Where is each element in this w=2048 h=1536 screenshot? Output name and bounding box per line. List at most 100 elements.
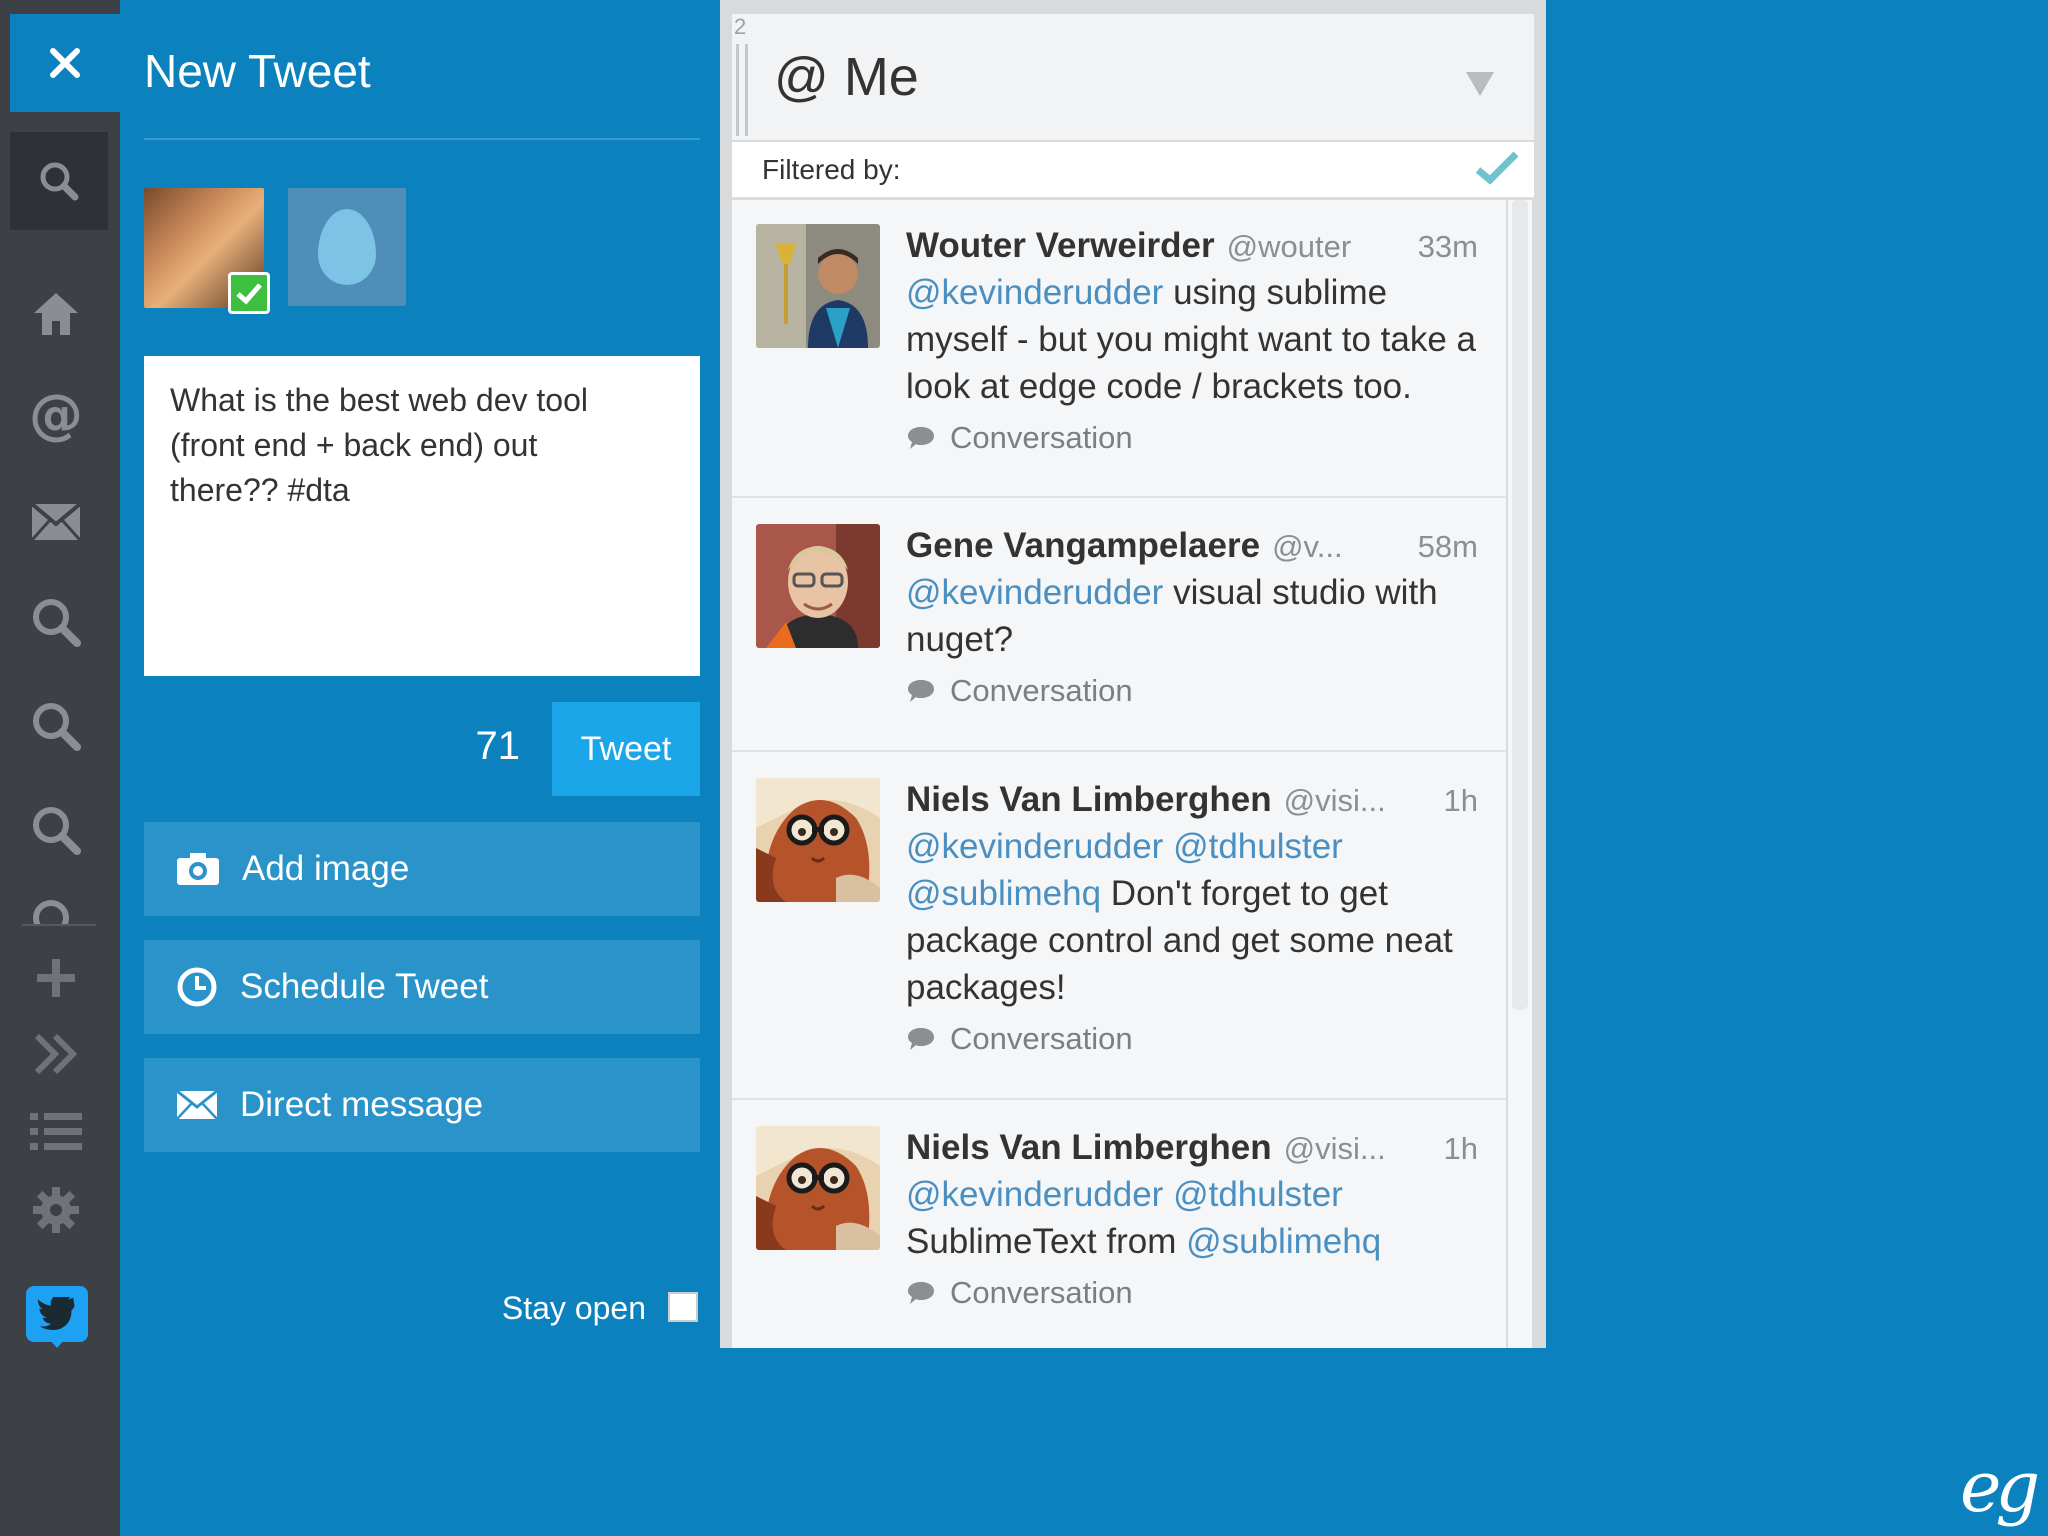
feed-scrollbar-thumb[interactable]: [1512, 200, 1528, 1010]
direct-message-label: Direct message: [240, 1085, 484, 1124]
tweet-item[interactable]: Wouter Verweirder @wouter 33m @kevinderu…: [732, 200, 1506, 498]
home-icon: [34, 293, 78, 335]
gear-icon: [33, 1187, 79, 1233]
tweet-timestamp[interactable]: 58m: [1418, 525, 1478, 569]
tweet-mention-link[interactable]: @kevinderudder @tdhulster: [906, 827, 1343, 866]
column-drag-handle[interactable]: [736, 44, 748, 136]
search-icon: [33, 807, 81, 855]
tweet-text: @kevinderudder @tdhulster @sublimehq Don'…: [906, 823, 1478, 1011]
filter-checkmark-icon[interactable]: [1474, 150, 1520, 189]
conversation-label: Conversation: [950, 1021, 1133, 1056]
column-title: @ Me: [774, 47, 919, 107]
conversation-link[interactable]: Conversation: [906, 1275, 1478, 1311]
tweet-author-handle[interactable]: @visi...: [1284, 779, 1434, 823]
speech-bubble-icon: [908, 1028, 934, 1050]
tweet-timestamp[interactable]: 1h: [1444, 1127, 1478, 1171]
tweet-mention-link[interactable]: @sublimehq: [1186, 1222, 1381, 1261]
conversation-link[interactable]: Conversation: [906, 1021, 1478, 1057]
tweet-text: @kevinderudder visual studio with nuget?: [906, 569, 1478, 663]
tweet-author-handle[interactable]: @wouter: [1227, 225, 1408, 269]
tweet-timestamp[interactable]: 33m: [1418, 225, 1478, 269]
schedule-tweet-label: Schedule Tweet: [240, 967, 489, 1006]
compose-divider: [144, 138, 700, 140]
tweet-text: @kevinderudder using sublime myself - bu…: [906, 269, 1478, 410]
filter-label: Filtered by:: [762, 154, 901, 185]
tweet-mention-link[interactable]: @kevinderudder: [906, 573, 1163, 612]
close-icon: [50, 48, 80, 78]
add-image-button[interactable]: Add image: [144, 822, 700, 916]
close-compose-button[interactable]: [10, 14, 120, 112]
tweet-button[interactable]: Tweet: [552, 702, 700, 796]
camera-icon: [177, 853, 219, 885]
svg-text:@: @: [29, 389, 83, 443]
user-avatar[interactable]: [756, 524, 880, 648]
speech-bubble-icon: [908, 427, 934, 449]
default-egg-avatar-icon: [318, 209, 376, 285]
at-sign-icon: @: [29, 389, 83, 443]
direct-message-button[interactable]: Direct message: [144, 1058, 700, 1152]
tweet-item[interactable]: Niels Van Limberghen @visi... 1h @kevind…: [732, 1102, 1506, 1348]
rail-search-column-4[interactable]: [22, 896, 90, 924]
rail-add-column-button[interactable]: [22, 944, 90, 1012]
tweet-feed: Wouter Verweirder @wouter 33m @kevinderu…: [732, 200, 1506, 1348]
tweet-author-name[interactable]: Niels Van Limberghen: [906, 1126, 1272, 1170]
search-icon: [33, 703, 81, 751]
tweet-mention-link[interactable]: @kevinderudder: [906, 273, 1163, 312]
character-count: 71: [475, 724, 521, 768]
tweet-author-handle[interactable]: @v...: [1272, 525, 1408, 569]
envelope-icon: [176, 1090, 218, 1120]
tweet-item[interactable]: Niels Van Limberghen @visi... 1h @kevind…: [732, 754, 1506, 1100]
rail-messages-button[interactable]: [22, 488, 90, 556]
tweet-mention-link[interactable]: @kevinderudder @tdhulster: [906, 1175, 1343, 1214]
tweet-mention-link[interactable]: @sublimehq: [906, 874, 1101, 913]
active-indicator: [50, 1340, 64, 1348]
speech-bubble-icon: [908, 680, 934, 702]
rail-lists-button[interactable]: [22, 1098, 90, 1166]
double-chevron-right-icon: [34, 1033, 78, 1075]
user-avatar[interactable]: [756, 224, 880, 348]
tweet-textarea[interactable]: What is the best web dev tool (front end…: [144, 356, 700, 676]
conversation-link[interactable]: Conversation: [906, 420, 1478, 456]
list-icon: [30, 1113, 82, 1150]
rail-settings-button[interactable]: [22, 1176, 90, 1244]
rail-search-button[interactable]: [10, 132, 108, 230]
tweet-timestamp[interactable]: 1h: [1444, 779, 1478, 823]
stay-open-checkbox[interactable]: [668, 1292, 698, 1322]
schedule-tweet-button[interactable]: Schedule Tweet: [144, 940, 700, 1034]
account-avatar-secondary[interactable]: [288, 188, 406, 306]
tweet-author-name[interactable]: Wouter Verweirder: [906, 224, 1215, 268]
twitter-bird-icon: [38, 1297, 75, 1331]
add-image-label: Add image: [242, 849, 410, 888]
tweet-author-name[interactable]: Niels Van Limberghen: [906, 778, 1272, 822]
watermark-logo: eg: [1960, 1446, 2040, 1528]
plus-icon: [37, 959, 75, 997]
column-options-caret-icon[interactable]: [1466, 72, 1494, 96]
conversation-label: Conversation: [950, 1275, 1133, 1310]
rail-search-column-3[interactable]: [22, 796, 90, 864]
tweet-text-body: SublimeText from: [906, 1222, 1187, 1261]
user-avatar[interactable]: [756, 778, 880, 902]
search-icon: [33, 599, 81, 647]
search-icon: [33, 900, 69, 924]
conversation-link[interactable]: Conversation: [906, 673, 1478, 709]
speech-bubble-icon: [908, 1282, 934, 1304]
rail-compose-button[interactable]: [26, 1286, 88, 1342]
rail-expand-button[interactable]: [22, 1020, 90, 1088]
tweet-text: @kevinderudder @tdhulster SublimeText fro…: [906, 1171, 1478, 1265]
user-avatar[interactable]: [756, 1126, 880, 1250]
search-icon: [40, 162, 79, 201]
clock-icon: [177, 967, 217, 1007]
conversation-label: Conversation: [950, 673, 1133, 708]
column-number: 2: [734, 14, 747, 39]
tweet-author-name[interactable]: Gene Vangampelaere: [906, 524, 1260, 568]
stay-open-label: Stay open: [501, 1290, 646, 1326]
tweet-author-handle[interactable]: @visi...: [1284, 1127, 1434, 1171]
rail-search-column-2[interactable]: [22, 692, 90, 760]
account-selected-badge: [228, 272, 270, 314]
tweet-item[interactable]: Gene Vangampelaere @v... 58m @kevinderud…: [732, 500, 1506, 752]
rail-home-button[interactable]: [22, 280, 90, 348]
rail-search-column-1[interactable]: [22, 588, 90, 656]
conversation-label: Conversation: [950, 420, 1133, 455]
checkmark-icon: [236, 283, 262, 305]
rail-mentions-button[interactable]: @: [22, 382, 90, 450]
